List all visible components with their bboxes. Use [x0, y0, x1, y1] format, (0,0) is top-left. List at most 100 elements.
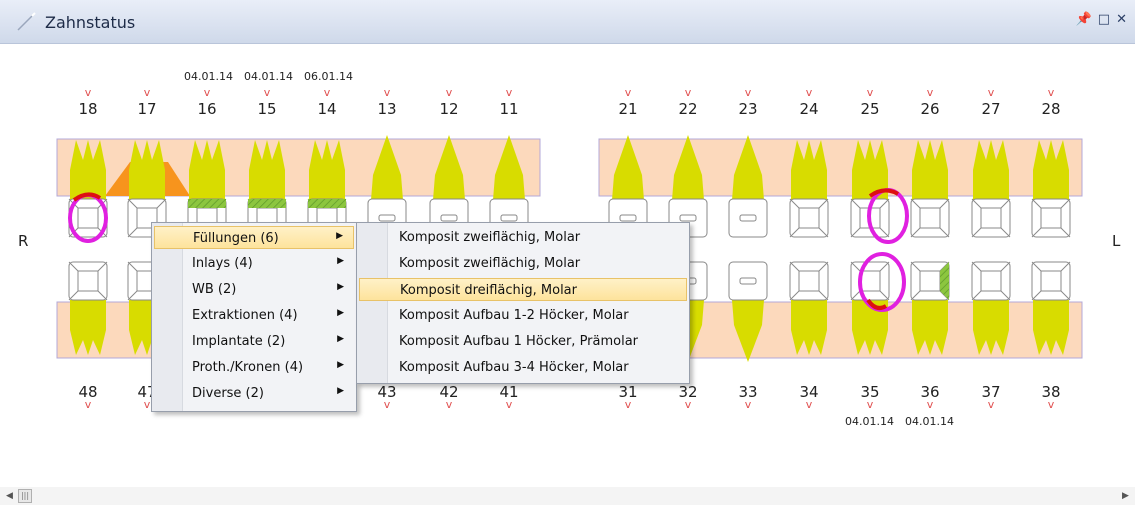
- upper-crown-28-l3: [1031, 227, 1042, 238]
- context-menu-item-1[interactable]: Inlays (4) ▶: [154, 252, 354, 275]
- upper-left-gum: [598, 138, 1083, 197]
- lower-crown-36-inner: [919, 270, 941, 292]
- upper-crown-26-inner: [919, 207, 941, 229]
- upper-marker-21: v: [624, 86, 632, 99]
- upper-tooth-number-11: 11: [499, 100, 519, 118]
- submenu-arrow-icon: ▶: [337, 282, 344, 292]
- upper-crown-24-l4: [818, 227, 829, 238]
- upper-crown-25-inner: [859, 207, 881, 229]
- scroll-thumb[interactable]: |||: [18, 489, 32, 503]
- lower-crown-38-inner: [1040, 270, 1062, 292]
- lower-crown-36: [910, 261, 950, 301]
- lower-crown-33: [728, 261, 768, 301]
- submenu-arrow-icon: ▶: [337, 256, 344, 266]
- scroll-right-button[interactable]: ▶: [1118, 489, 1133, 503]
- upper-tooth-number-16: 16: [197, 100, 217, 118]
- upper-tooth-number-27: 27: [981, 100, 1001, 118]
- lower-crown-35-inner: [859, 270, 881, 292]
- annotation-circle-18: [68, 193, 108, 243]
- upper-marker-26: v: [926, 86, 934, 99]
- context-menu-item-label: WB (2): [192, 282, 237, 297]
- upper-marker-18: v: [84, 86, 92, 99]
- upper-tooth-15: [249, 140, 285, 200]
- submenu-item-4[interactable]: Komposit Aufbau 1 Höcker, Prämolar: [359, 330, 687, 353]
- upper-crown-24-l1: [789, 198, 800, 209]
- upper-tooth-number-23: 23: [738, 100, 758, 118]
- lower-marker-32: v: [684, 398, 692, 411]
- maximize-button[interactable]: □: [1098, 12, 1110, 27]
- upper-tooth-21: [612, 135, 644, 200]
- upper-crown-15-l1: [247, 198, 258, 209]
- upper-marker-12: v: [445, 86, 453, 99]
- context-menu-item-4[interactable]: Implantate (2) ▶: [154, 330, 354, 353]
- submenu-item-0[interactable]: Komposit zweiflächig, Molar: [359, 226, 687, 249]
- upper-crown-18: [68, 198, 108, 238]
- upper-tooth-13: [371, 135, 403, 200]
- upper-marker-11: v: [505, 86, 513, 99]
- lower-tooth-38: [1033, 300, 1069, 355]
- submenu-item-3[interactable]: Komposit Aufbau 1-2 Höcker, Molar: [359, 304, 687, 327]
- upper-crown-17-l3: [127, 227, 138, 238]
- upper-tooth-25: [852, 140, 888, 200]
- lower-crown-36-l4: [939, 290, 950, 301]
- lower-crown-38: [1031, 261, 1071, 301]
- lower-crown-48-l1: [68, 261, 79, 272]
- lower-crown-47-l3: [127, 290, 138, 301]
- submenu-item-1[interactable]: Komposit zweiflächig, Molar: [359, 252, 687, 275]
- submenu-item-2[interactable]: Komposit dreiflächig, Molar: [359, 278, 687, 301]
- submenu-item-5[interactable]: Komposit Aufbau 3-4 Höcker, Molar: [359, 356, 687, 379]
- upper-tooth-28: [1033, 140, 1069, 200]
- upper-tooth-number-26: 26: [920, 100, 940, 118]
- upper-date-14: 06.01.14: [304, 70, 353, 83]
- annotation-circle-25: [867, 188, 909, 244]
- upper-tooth-number-15: 15: [257, 100, 277, 118]
- lower-crown-35-l1: [850, 261, 861, 272]
- context-menu-item-label: Proth./Kronen (4): [192, 360, 304, 375]
- upper-tooth-22: [672, 135, 704, 200]
- lower-date-36: 04.01.14: [905, 415, 954, 428]
- context-menu-item-6[interactable]: Diverse (2) ▶: [154, 382, 354, 405]
- lower-marker-48: v: [84, 398, 92, 411]
- lower-marker-36: v: [926, 398, 934, 411]
- lower-crown-48-l2: [97, 261, 108, 272]
- upper-crown-26-l2: [939, 198, 950, 209]
- upper-date-15: 04.01.14: [244, 70, 293, 83]
- upper-crown-28-inner: [1040, 207, 1062, 229]
- upper-crown-25-l4: [879, 227, 890, 238]
- lower-marker-41: v: [505, 398, 513, 411]
- lower-marker-43: v: [383, 398, 391, 411]
- upper-crown-18-inner: [77, 207, 99, 229]
- pin-icon[interactable]: 📌: [1076, 12, 1092, 27]
- upper-tooth-18: [70, 140, 106, 200]
- upper-tooth-23: [732, 135, 764, 200]
- filling-lower-36: [940, 262, 949, 300]
- upper-tooth-number-28: 28: [1041, 100, 1061, 118]
- upper-crown-24: [789, 198, 829, 238]
- horizontal-scrollbar[interactable]: ◀ ||| ▶: [0, 487, 1135, 505]
- context-menu-item-label: Füllungen (6): [193, 231, 279, 246]
- upper-crown-23: [728, 198, 768, 238]
- upper-marker-16: v: [203, 86, 211, 99]
- submenu: Komposit zweiflächig, Molar Komposit zwei…: [356, 222, 690, 384]
- context-menu-item-2[interactable]: WB (2) ▶: [154, 278, 354, 301]
- context-menu-item-label: Inlays (4): [192, 256, 253, 271]
- filling-upper-band-1: [248, 199, 286, 208]
- upper-crown-18-l4: [97, 227, 108, 238]
- close-button[interactable]: ✕: [1116, 12, 1127, 27]
- context-menu-item-5[interactable]: Proth./Kronen (4) ▶: [154, 356, 354, 379]
- lower-crown-34-inner: [798, 270, 820, 292]
- lower-marker-35: v: [866, 398, 874, 411]
- upper-marker-17: v: [143, 86, 151, 99]
- lower-crown-38-l2: [1060, 261, 1071, 272]
- upper-marker-28: v: [1047, 86, 1055, 99]
- upper-crown-18-l1: [68, 198, 79, 209]
- scroll-left-button[interactable]: ◀: [2, 489, 17, 503]
- context-menu-item-0[interactable]: Füllungen (6) ▶: [154, 226, 354, 249]
- submenu-arrow-icon: ▶: [337, 386, 344, 396]
- context-menu-item-3[interactable]: Extraktionen (4) ▶: [154, 304, 354, 327]
- upper-marker-23: v: [744, 86, 752, 99]
- submenu-item-label: Komposit Aufbau 1 Höcker, Prämolar: [399, 334, 639, 349]
- upper-crown-16-l2: [216, 198, 227, 209]
- lower-crown-36-l3: [910, 290, 921, 301]
- filling-upper-band-0: [188, 199, 226, 208]
